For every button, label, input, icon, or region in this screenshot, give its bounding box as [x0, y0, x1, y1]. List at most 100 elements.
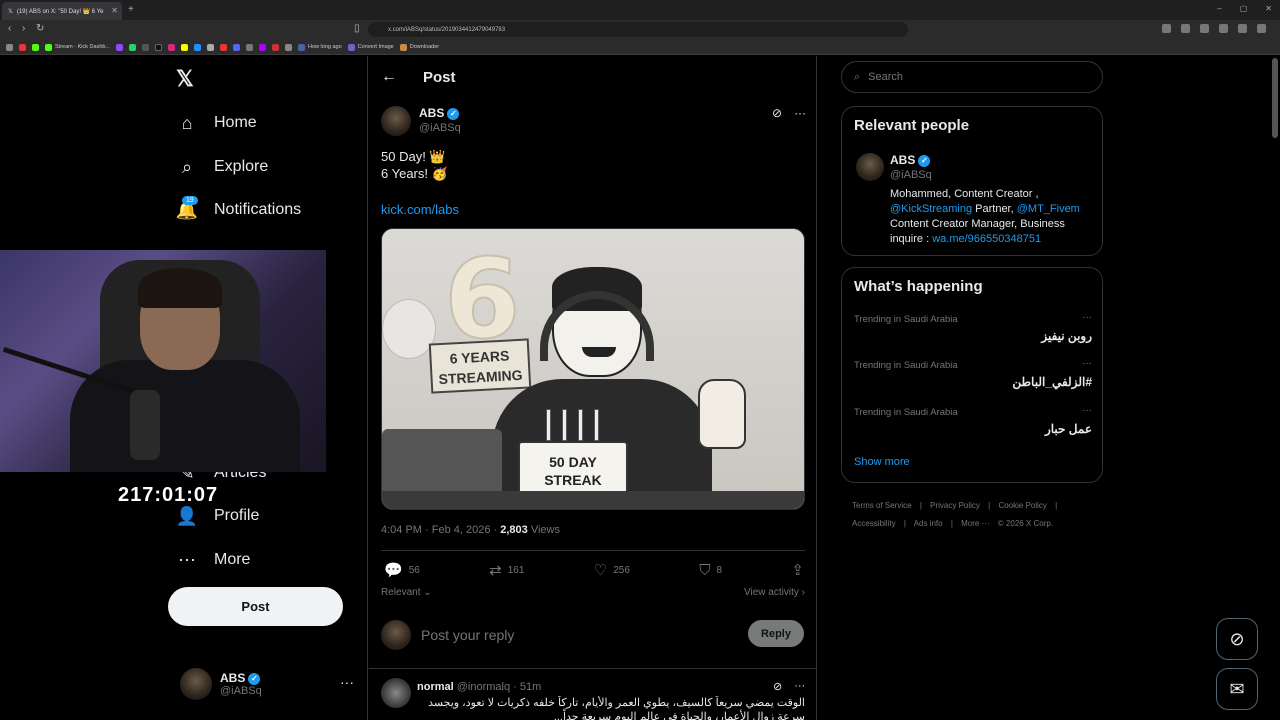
- account-handle: @iABSq: [220, 685, 262, 697]
- like-action[interactable]: ♡ 256: [594, 561, 630, 579]
- post-actions: 💬 56 ⇄ 161 ♡ 256 ⛉ 8 ⇪: [384, 561, 804, 580]
- avatar[interactable]: [381, 106, 411, 136]
- reply-text: الوقت يمضي سريعاً كالسيف، يطوي العمر وال…: [428, 697, 805, 720]
- browser-tab[interactable]: 𝕏 (19) ABS on X: "50 Day! 👑 6 Ye ✕: [2, 2, 122, 20]
- twitch-icon[interactable]: [116, 43, 124, 51]
- address-bar[interactable]: x.com/iABSq/status/2019034412479049783: [368, 22, 908, 37]
- reload-icon[interactable]: ↻: [36, 23, 44, 34]
- page-title: Post: [423, 68, 456, 86]
- post-image[interactable]: 6 6 YEARS STREAMING 50 DAY STREAK: [381, 228, 805, 510]
- post-link[interactable]: kick.com/labs: [381, 202, 459, 217]
- post-more-icon[interactable]: ···: [794, 106, 806, 120]
- extension-icon[interactable]: [1181, 24, 1190, 33]
- extension-icon[interactable]: [1162, 24, 1171, 33]
- bookmark-icon[interactable]: [285, 43, 293, 51]
- instagram-icon[interactable]: [168, 43, 176, 51]
- trend-more-icon[interactable]: ···: [1082, 358, 1092, 369]
- bio-mention-link[interactable]: @KickStreaming: [890, 203, 972, 215]
- trend-more-icon[interactable]: ···: [1082, 312, 1092, 323]
- avatar[interactable]: [381, 678, 411, 708]
- x-bookmark-icon[interactable]: [142, 43, 150, 51]
- bookmark-kick-dashboard[interactable]: Stream - Kick Dashb...: [45, 43, 110, 51]
- account-more-icon[interactable]: ···: [340, 674, 354, 690]
- search-input[interactable]: ⌕ Search: [841, 61, 1103, 93]
- close-tab-icon[interactable]: ✕: [111, 6, 118, 15]
- bookmark-icon[interactable]: [272, 43, 280, 51]
- extension-icon[interactable]: [1238, 24, 1247, 33]
- bio-mention-link[interactable]: @MT_Fivem: [1017, 203, 1080, 215]
- bookmark-icon[interactable]: [207, 43, 215, 51]
- apps-icon[interactable]: [6, 43, 13, 51]
- relevant-person-name[interactable]: ABS ✓: [890, 153, 931, 167]
- reply-input[interactable]: Post your reply: [421, 627, 514, 643]
- trend-item[interactable]: Trending in Saudi Arabia ··· روبن نيفيز: [854, 312, 1092, 343]
- bio-link[interactable]: wa.me/966550348751: [932, 233, 1041, 245]
- nav-more[interactable]: ⋯ More: [176, 549, 250, 571]
- grok-button[interactable]: ⊘: [1216, 618, 1258, 660]
- grok-icon[interactable]: ⊘: [773, 680, 782, 693]
- messages-button[interactable]: ✉: [1216, 668, 1258, 710]
- scrollbar[interactable]: [1272, 58, 1278, 138]
- trend-item[interactable]: Trending in Saudi Arabia ··· #الزلفي_الب…: [854, 358, 1092, 389]
- bookmark-icon[interactable]: [259, 43, 267, 51]
- bookmark-icon[interactable]: [194, 43, 202, 51]
- post-button[interactable]: Post: [168, 587, 343, 626]
- footer-link[interactable]: Cookie Policy: [998, 501, 1046, 510]
- nav-more-label: More: [214, 551, 251, 568]
- footer-link[interactable]: More ···: [961, 519, 989, 528]
- back-arrow-icon[interactable]: ‹: [8, 23, 11, 34]
- x-logo-icon[interactable]: 𝕏: [176, 66, 194, 92]
- maximize-icon[interactable]: ▢: [1240, 4, 1248, 13]
- footer-link[interactable]: Accessibility: [852, 519, 896, 528]
- share-action[interactable]: ⇪: [791, 561, 804, 579]
- footer-link[interactable]: Terms of Service: [852, 501, 912, 510]
- forward-arrow-icon[interactable]: ›: [22, 23, 25, 34]
- reply-composer[interactable]: Post your reply: [381, 619, 805, 651]
- bookmark-action[interactable]: ⛉ 8: [699, 561, 722, 579]
- bookmark-convert-image[interactable]: Convert Image: [347, 43, 394, 51]
- reply-action[interactable]: 💬 56: [384, 561, 420, 579]
- back-arrow-icon[interactable]: ←: [381, 68, 397, 86]
- extension-icon[interactable]: [1219, 24, 1228, 33]
- post-author[interactable]: ABS ✓ @iABSq: [381, 106, 461, 136]
- reply-button[interactable]: Reply: [748, 620, 804, 647]
- grok-icon[interactable]: ⊘: [772, 106, 782, 120]
- footer-separator: |: [988, 501, 991, 510]
- footer-link[interactable]: Privacy Policy: [930, 501, 980, 510]
- avatar[interactable]: [856, 153, 884, 181]
- reply-author-name[interactable]: normal: [417, 681, 454, 693]
- sort-dropdown[interactable]: Relevant ⌄: [381, 587, 432, 598]
- reply-more-icon[interactable]: ···: [794, 680, 805, 693]
- close-window-icon[interactable]: ✕: [1265, 4, 1272, 13]
- relevant-person-handle: @iABSq: [890, 169, 932, 181]
- bookmark-icon[interactable]: [220, 43, 228, 51]
- nav-home[interactable]: ⌂ Home: [176, 112, 257, 134]
- show-more-link[interactable]: Show more: [854, 456, 910, 468]
- streamer-body: [70, 360, 300, 472]
- trend-more-icon[interactable]: ···: [1082, 405, 1092, 416]
- discord-icon[interactable]: [233, 43, 241, 51]
- account-switcher[interactable]: ABS ✓ @iABSq ···: [180, 668, 354, 700]
- bookmark-downloader[interactable]: Downloader: [399, 43, 439, 51]
- extension-icon[interactable]: [1257, 24, 1266, 33]
- bookmark-page-icon[interactable]: ▯: [354, 23, 360, 34]
- new-tab-icon[interactable]: +: [128, 4, 134, 15]
- view-activity-link[interactable]: View activity ›: [744, 587, 805, 598]
- minimize-icon[interactable]: –: [1217, 4, 1221, 13]
- whatsapp-icon[interactable]: [129, 43, 137, 51]
- person-mustache: [582, 347, 616, 357]
- trend-item[interactable]: Trending in Saudi Arabia ··· عمل حبار: [854, 405, 1092, 436]
- post-timestamp[interactable]: 4:04 PM · Feb 4, 2026 ·: [381, 524, 500, 536]
- nav-profile[interactable]: 👤 Profile: [176, 505, 260, 527]
- bookmark-how-long-ago[interactable]: How long ago: [298, 43, 342, 51]
- extension-icon[interactable]: [1200, 24, 1209, 33]
- tiktok-icon[interactable]: [155, 43, 163, 51]
- footer-link[interactable]: Ads info: [914, 519, 943, 528]
- candle: [562, 409, 567, 441]
- kick-icon[interactable]: [32, 43, 39, 51]
- repost-action[interactable]: ⇄ 161: [489, 561, 524, 579]
- youtube-icon[interactable]: [19, 43, 26, 51]
- nav-explore[interactable]: ⌕ Explore: [176, 156, 268, 178]
- snapchat-icon[interactable]: [181, 43, 189, 51]
- github-icon[interactable]: [246, 43, 254, 51]
